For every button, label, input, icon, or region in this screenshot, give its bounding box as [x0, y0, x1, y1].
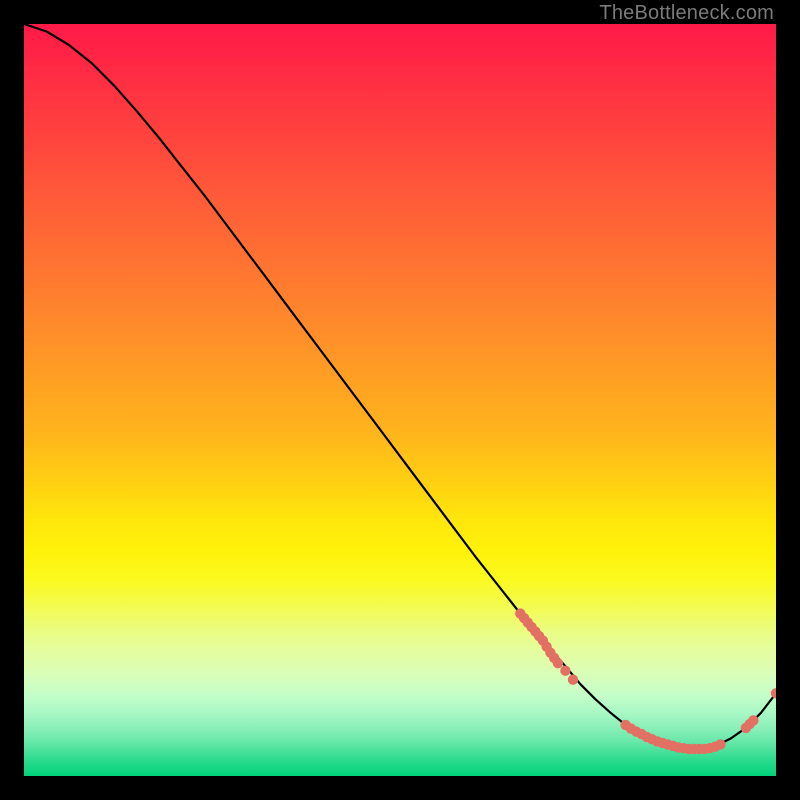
curve-marker: [560, 666, 570, 676]
curve-marker: [715, 739, 725, 749]
curve-marker: [748, 715, 758, 725]
plot-area: [24, 24, 776, 776]
curve-layer: [24, 24, 776, 776]
curve-marker: [771, 688, 776, 698]
curve-marker: [568, 675, 578, 685]
watermark-text: TheBottleneck.com: [599, 2, 774, 25]
chart-frame: TheBottleneck.com: [0, 0, 800, 800]
bottleneck-curve: [24, 24, 776, 749]
curve-markers: [515, 608, 776, 754]
curve-marker: [553, 658, 563, 668]
